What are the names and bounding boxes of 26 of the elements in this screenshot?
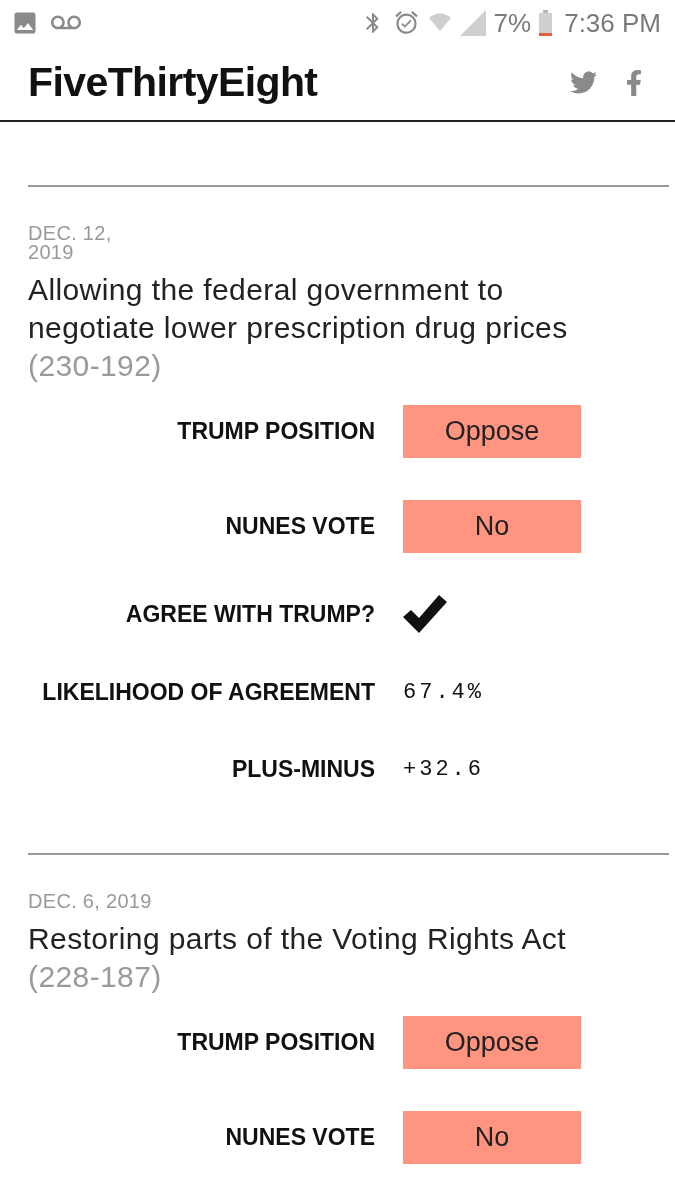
vote-date: DEC. 12, 2019 <box>28 224 113 262</box>
row-label: TRUMP POSITION <box>177 1029 375 1056</box>
vote-tally: (230-192) <box>28 348 163 384</box>
vote-date: DEC. 6, 2019 <box>28 892 153 911</box>
value-badge: No <box>403 1111 581 1164</box>
site-logo[interactable]: FiveThirtyEight <box>28 59 318 106</box>
bill-title: Allowing the federal government to negotiate lower prescription drug prices <box>28 272 569 346</box>
row-label: NUNES VOTE <box>225 1124 375 1151</box>
row-label: LIKELIHOOD OF AGREEMENT <box>42 679 375 706</box>
value-badge: Oppose <box>403 405 581 458</box>
battery-percent: 7% <box>493 9 532 36</box>
battery-icon <box>539 9 553 36</box>
stat-value: +32.6 <box>403 756 484 784</box>
row-label: NUNES VOTE <box>225 513 375 540</box>
bill-title: Restoring parts of the Voting Rights Act <box>28 921 567 957</box>
twitter-bird-icon[interactable] <box>570 69 597 96</box>
vote-tally: (228-187) <box>28 959 163 995</box>
value-badge: Oppose <box>403 1016 581 1069</box>
stat-value: 67.4% <box>403 679 484 707</box>
signal-icon <box>459 9 486 36</box>
alarm-icon <box>392 9 420 36</box>
row-label: PLUS-MINUS <box>231 756 375 783</box>
clock-time: 7:36 PM <box>564 9 661 36</box>
value-badge: No <box>403 500 581 553</box>
row-label: TRUMP POSITION <box>177 418 375 445</box>
row-label: AGREE WITH TRUMP? <box>125 600 375 628</box>
